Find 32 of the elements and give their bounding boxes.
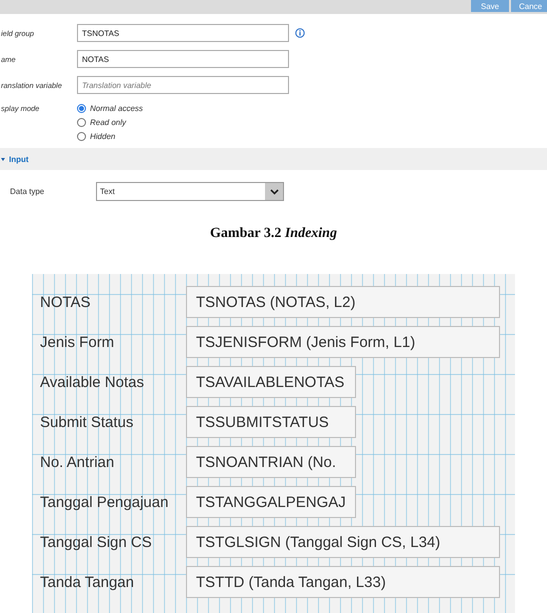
radio-label: Hidden (90, 132, 116, 141)
field-label: Submit Status (39, 414, 134, 430)
section-header[interactable]: Input (0, 148, 547, 170)
input-field[interactable]: TSNOTAS (77, 24, 289, 42)
chevron-icon (265, 183, 283, 200)
value-field[interactable]: TSNOANTRIAN (No. (186, 446, 356, 478)
radio-button[interactable] (77, 132, 86, 141)
value-field[interactable]: TSTGLSIGN (Tanggal Sign CS, L34) (186, 526, 500, 558)
select-field[interactable]: Text (96, 182, 284, 201)
info-icon[interactable] (295, 28, 305, 38)
radio-label: Normal access (90, 104, 143, 113)
radio-button[interactable] (77, 104, 86, 113)
value-field[interactable]: TSAVAILABLENOTAS (186, 366, 356, 398)
radio-label: Read only (90, 118, 126, 127)
value-field[interactable]: TSJENISFORM (Jenis Form, L1) (186, 326, 500, 358)
section-title: Input (9, 154, 29, 164)
field-label: Available Notas (39, 374, 145, 390)
field-label: No. Antrian (39, 454, 116, 470)
value-field[interactable]: TSSUBMITSTATUS (186, 406, 356, 438)
figure-caption: Gambar 3.2 Indexing (209, 226, 338, 242)
input-field[interactable]: Translation variable (77, 76, 289, 94)
field-label: Tanggal Sign CS (39, 534, 153, 550)
field-label: Tanda Tangan (39, 574, 135, 590)
radio-button[interactable] (77, 118, 86, 127)
value-field[interactable]: TSNOTAS (NOTAS, L2) (186, 286, 500, 318)
value-field[interactable]: TSTTD (Tanda Tangan, L33) (186, 566, 500, 598)
field-label: Jenis Form (39, 334, 116, 350)
input-field[interactable]: NOTAS (77, 50, 289, 68)
field-label: NOTAS (39, 294, 92, 310)
field-label: Tanggal Pengajuan (39, 494, 170, 510)
field-label: Data type (9, 187, 46, 196)
value-field[interactable]: TSTANGGALPENGAJ (186, 486, 356, 518)
